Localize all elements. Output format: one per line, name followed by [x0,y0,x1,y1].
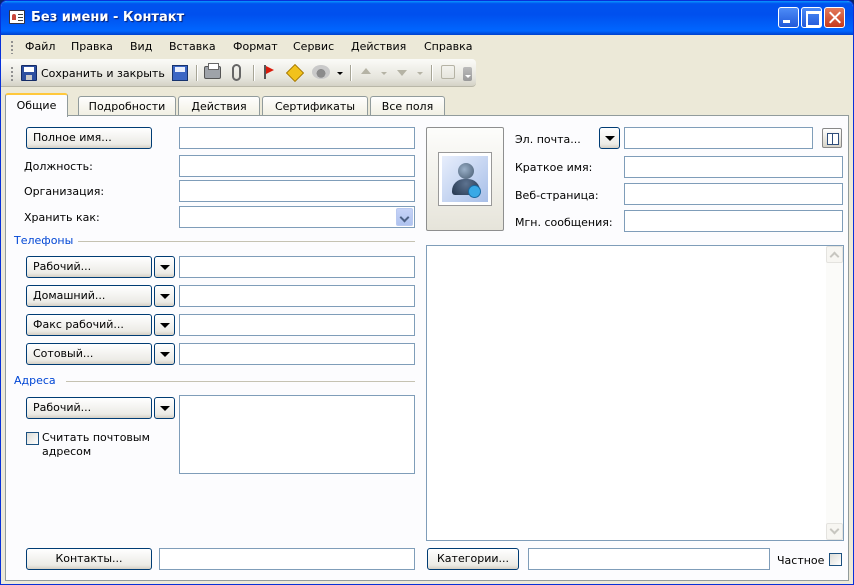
phone-business-field[interactable] [179,256,415,278]
contact-picture-button[interactable] [426,127,504,231]
addresses-section-label: Адреса [14,374,56,387]
badge-icon [468,185,481,198]
window-title: Без имени - Контакт [31,10,185,25]
phone-mobile-button[interactable]: Сотовый... [26,343,152,365]
tab-certificates[interactable]: Сертификаты [262,96,368,116]
categories-button[interactable]: Категории... [427,548,519,570]
menu-file[interactable]: Файл [25,40,55,53]
mailing-address-checkbox[interactable] [26,432,39,445]
attach-file-icon[interactable] [232,64,241,81]
phone-business-fax-button[interactable]: Факс рабочий... [26,314,152,336]
menu-help[interactable]: Справка [424,40,472,53]
toolbar-separator [196,65,197,81]
display-as-label: Краткое имя: [515,161,593,174]
phone-home-field[interactable] [179,285,415,307]
toolbar-separator [431,65,432,81]
new-message-contact-icon[interactable] [312,65,330,79]
im-address-label: Мгн. сообщения: [515,216,613,229]
tab-all-fields[interactable]: Все поля [370,96,445,116]
company-field[interactable] [179,180,415,202]
phone-mobile-field[interactable] [179,343,415,365]
address-type-button[interactable]: Рабочий... [26,397,152,419]
maximize-button[interactable] [801,7,822,28]
file-as-label: Хранить как: [24,211,100,224]
categories-field[interactable] [528,548,770,570]
save-icon[interactable] [172,65,188,81]
private-checkbox[interactable] [829,553,842,566]
chevron-down-icon[interactable] [381,72,387,75]
toolbar-separator [253,65,254,81]
standard-toolbar: Сохранить и закрыть [1,59,476,87]
close-button[interactable] [824,7,845,28]
map-address-icon[interactable] [285,63,305,83]
tab-strip: Общие Подробности Действия Сертификаты В… [5,93,849,117]
phone-mobile-dropdown[interactable] [154,343,175,365]
tab-general[interactable]: Общие [5,93,68,117]
chevron-down-icon[interactable] [337,72,343,75]
contacts-field[interactable] [159,548,415,570]
phone-home-button[interactable]: Домашний... [26,285,152,307]
job-title-label: Должность: [24,160,93,173]
scroll-down-icon[interactable] [826,523,843,540]
full-name-field[interactable] [179,127,415,149]
person-icon [458,163,474,179]
contact-photo-placeholder [438,152,492,206]
phones-section-label: Телефоны [14,234,74,247]
tab-activities[interactable]: Действия [178,96,260,116]
menu-bar: Файл Правка Вид Вставка Формат Сервис Де… [1,36,853,58]
mailing-address-label: Считать почтовым адресом [42,431,150,458]
company-label: Организация: [24,185,105,198]
menu-insert[interactable]: Вставка [169,40,216,53]
notes-textarea[interactable] [426,245,844,541]
notes-scrollbar[interactable] [826,246,843,540]
previous-item-icon[interactable] [361,68,371,74]
web-page-label: Веб-страница: [515,189,599,202]
menubar-grip-icon[interactable] [11,40,13,54]
phone-business-dropdown[interactable] [154,256,175,278]
phone-business-fax-field[interactable] [179,314,415,336]
contact-card-icon[interactable] [9,10,25,24]
save-close-button[interactable]: Сохранить и закрыть [41,67,165,80]
scroll-up-icon[interactable] [826,246,843,263]
menu-format[interactable]: Формат [233,40,278,53]
contacts-button[interactable]: Контакты... [26,548,152,570]
menu-tools[interactable]: Сервис [293,40,334,53]
chevron-down-icon[interactable] [417,72,423,75]
address-textarea[interactable] [179,395,415,474]
phone-business-fax-dropdown[interactable] [154,314,175,336]
contact-window: Без имени - Контакт Файл Правка Вид Вста… [0,0,854,585]
menu-edit[interactable]: Правка [71,40,113,53]
contact-options-icon[interactable] [441,65,455,79]
addresses-divider [66,381,415,382]
job-title-field[interactable] [179,155,415,177]
toolbar-options-icon[interactable] [463,67,472,81]
menu-actions[interactable]: Действия [351,40,406,53]
print-icon[interactable] [204,63,221,79]
follow-up-flag-icon[interactable] [263,65,274,79]
phone-business-button[interactable]: Рабочий... [26,256,152,278]
phone-home-dropdown[interactable] [154,285,175,307]
im-address-field[interactable] [624,210,843,232]
full-name-button[interactable]: Полное имя... [26,127,152,149]
display-as-field[interactable] [624,156,843,178]
private-label: Частное [777,554,825,567]
address-type-dropdown[interactable] [154,397,175,419]
email-button[interactable]: Эл. почта... [515,133,581,146]
toolbar-separator [350,65,351,81]
phones-divider [78,241,415,242]
general-tab-pane: Полное имя... Должность: Организация: Хр… [5,115,849,581]
menu-view[interactable]: Вид [130,40,152,53]
toolbar-grip-icon[interactable] [11,66,13,82]
email-field[interactable] [624,127,813,149]
file-as-combobox[interactable] [179,206,415,228]
tab-details[interactable]: Подробности [78,96,176,116]
next-item-icon[interactable] [397,70,407,76]
address-book-icon[interactable] [822,128,842,148]
web-page-field[interactable] [624,183,843,205]
email-type-dropdown[interactable] [599,127,620,149]
save-close-icon[interactable] [21,65,37,81]
title-bar[interactable]: Без имени - Контакт [1,1,853,35]
minimize-button[interactable] [778,7,799,28]
chevron-down-icon[interactable] [396,208,413,226]
